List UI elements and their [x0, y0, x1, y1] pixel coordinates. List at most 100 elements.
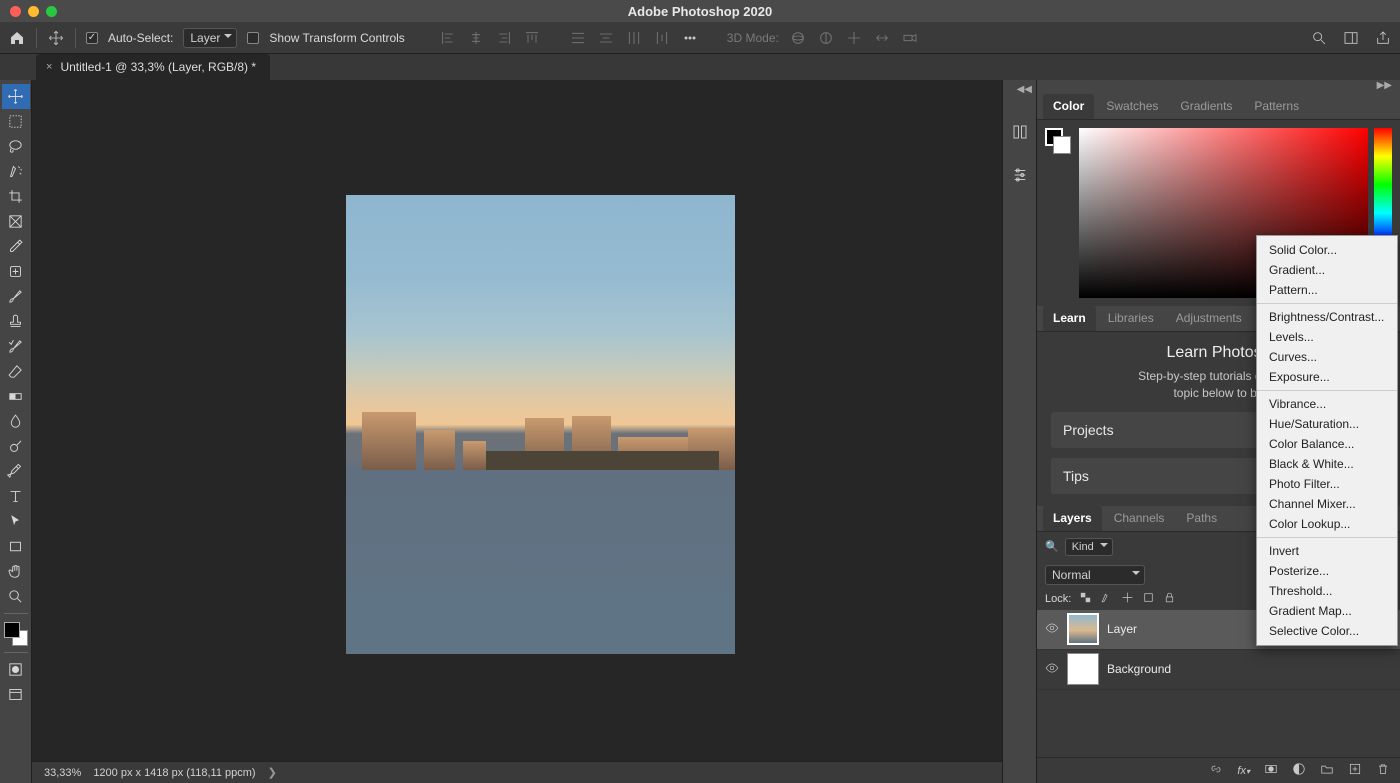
menuitem-selective-color[interactable]: Selective Color...: [1257, 621, 1397, 641]
zoom-level[interactable]: 33,33%: [44, 767, 81, 779]
new-layer-icon[interactable]: [1348, 762, 1362, 779]
history-brush-tool[interactable]: [2, 334, 30, 359]
tab-learn[interactable]: Learn: [1043, 306, 1096, 331]
menuitem-color-lookup[interactable]: Color Lookup...: [1257, 514, 1397, 534]
tab-paths[interactable]: Paths: [1176, 506, 1227, 531]
stamp-tool[interactable]: [2, 309, 30, 334]
zoom-window-icon[interactable]: [46, 6, 57, 17]
tab-adjustments[interactable]: Adjustments: [1166, 306, 1252, 331]
rectangle-tool[interactable]: [2, 534, 30, 559]
move-tool-icon[interactable]: [47, 29, 65, 47]
status-chevron-icon[interactable]: ❯: [268, 766, 277, 779]
autoselect-target-dropdown[interactable]: Layer: [183, 28, 237, 48]
document-tab[interactable]: × Untitled-1 @ 33,3% (Layer, RGB/8) *: [36, 54, 270, 80]
close-tab-icon[interactable]: ×: [46, 61, 52, 73]
properties-panel-icon[interactable]: [1011, 166, 1029, 187]
quick-select-tool[interactable]: [2, 159, 30, 184]
history-panel-icon[interactable]: [1011, 123, 1029, 144]
autoselect-checkbox[interactable]: [86, 32, 98, 44]
menuitem-pattern[interactable]: Pattern...: [1257, 280, 1397, 300]
distribute-h-icon[interactable]: [653, 29, 671, 47]
distribute-top-icon[interactable]: [569, 29, 587, 47]
layer-fx-icon[interactable]: fx▾: [1237, 765, 1250, 777]
menuitem-vibrance[interactable]: Vibrance...: [1257, 394, 1397, 414]
tab-gradients[interactable]: Gradients: [1170, 94, 1242, 119]
distribute-vcenter-icon[interactable]: [597, 29, 615, 47]
align-hcenter-icon[interactable]: [467, 29, 485, 47]
lock-pixels-icon[interactable]: [1100, 591, 1113, 607]
new-adjustment-icon[interactable]: [1292, 762, 1306, 779]
eyedropper-tool[interactable]: [2, 234, 30, 259]
collapse-panels-icon[interactable]: ◀◀: [1017, 84, 1032, 95]
distribute-bottom-icon[interactable]: [625, 29, 643, 47]
lock-position-icon[interactable]: [1121, 591, 1134, 607]
screen-mode-icon[interactable]: [2, 682, 30, 707]
tab-color[interactable]: Color: [1043, 94, 1094, 119]
tab-libraries[interactable]: Libraries: [1098, 306, 1164, 331]
tab-layers[interactable]: Layers: [1043, 506, 1102, 531]
align-top-icon[interactable]: [523, 29, 541, 47]
more-align-icon[interactable]: [681, 29, 699, 47]
zoom-tool[interactable]: [2, 584, 30, 609]
menuitem-brightness-contrast[interactable]: Brightness/Contrast...: [1257, 307, 1397, 327]
visibility-toggle-icon[interactable]: [1045, 621, 1059, 638]
menuitem-channel-mixer[interactable]: Channel Mixer...: [1257, 494, 1397, 514]
transform-checkbox[interactable]: [247, 32, 259, 44]
layer-mask-icon[interactable]: [1264, 762, 1278, 779]
heal-tool[interactable]: [2, 259, 30, 284]
pen-tool[interactable]: [2, 459, 30, 484]
align-left-edges-icon[interactable]: [439, 29, 457, 47]
delete-layer-icon[interactable]: [1376, 762, 1390, 779]
align-right-edges-icon[interactable]: [495, 29, 513, 47]
fg-bg-colors[interactable]: [2, 620, 30, 648]
menuitem-black-white[interactable]: Black & White...: [1257, 454, 1397, 474]
frame-tool[interactable]: [2, 209, 30, 234]
menuitem-posterize[interactable]: Posterize...: [1257, 561, 1397, 581]
layer-name[interactable]: Background: [1107, 662, 1171, 676]
tab-patterns[interactable]: Patterns: [1244, 94, 1309, 119]
layer-thumbnail[interactable]: [1067, 613, 1099, 645]
close-window-icon[interactable]: [10, 6, 21, 17]
menuitem-levels[interactable]: Levels...: [1257, 327, 1397, 347]
menuitem-photo-filter[interactable]: Photo Filter...: [1257, 474, 1397, 494]
marquee-tool[interactable]: [2, 109, 30, 134]
doc-info[interactable]: 1200 px x 1418 px (118,11 ppcm): [93, 767, 255, 779]
home-icon[interactable]: [8, 29, 26, 47]
minimize-window-icon[interactable]: [28, 6, 39, 17]
workspace-switcher-icon[interactable]: [1342, 29, 1360, 47]
move-tool[interactable]: [2, 84, 30, 109]
lock-all-icon[interactable]: [1163, 591, 1176, 607]
dodge-tool[interactable]: [2, 434, 30, 459]
canvas-area[interactable]: 33,33% 1200 px x 1418 px (118,11 ppcm) ❯: [32, 80, 1002, 783]
search-icon[interactable]: [1310, 29, 1328, 47]
layer-thumbnail[interactable]: [1067, 653, 1099, 685]
menuitem-gradient-map[interactable]: Gradient Map...: [1257, 601, 1397, 621]
layer-kind-dropdown[interactable]: Kind: [1065, 538, 1113, 556]
menuitem-invert[interactable]: Invert: [1257, 541, 1397, 561]
menuitem-hue-saturation[interactable]: Hue/Saturation...: [1257, 414, 1397, 434]
lasso-tool[interactable]: [2, 134, 30, 159]
menuitem-color-balance[interactable]: Color Balance...: [1257, 434, 1397, 454]
expand-panels-icon[interactable]: ▶▶: [1037, 80, 1400, 94]
fg-bg-swatches[interactable]: [1045, 128, 1073, 156]
path-select-tool[interactable]: [2, 509, 30, 534]
menuitem-exposure[interactable]: Exposure...: [1257, 367, 1397, 387]
share-icon[interactable]: [1374, 29, 1392, 47]
visibility-toggle-icon[interactable]: [1045, 661, 1059, 678]
menuitem-gradient[interactable]: Gradient...: [1257, 260, 1397, 280]
eraser-tool[interactable]: [2, 359, 30, 384]
menuitem-curves[interactable]: Curves...: [1257, 347, 1397, 367]
new-group-icon[interactable]: [1320, 762, 1334, 779]
blend-mode-dropdown[interactable]: Normal: [1045, 565, 1145, 585]
menuitem-solid-color[interactable]: Solid Color...: [1257, 240, 1397, 260]
tab-swatches[interactable]: Swatches: [1096, 94, 1168, 119]
gradient-tool[interactable]: [2, 384, 30, 409]
blur-tool[interactable]: [2, 409, 30, 434]
brush-tool[interactable]: [2, 284, 30, 309]
hand-tool[interactable]: [2, 559, 30, 584]
document-canvas[interactable]: [346, 195, 735, 654]
layer-row[interactable]: Background: [1037, 650, 1400, 690]
link-layers-icon[interactable]: [1209, 762, 1223, 779]
lock-transparency-icon[interactable]: [1079, 591, 1092, 607]
quick-mask-icon[interactable]: [2, 657, 30, 682]
